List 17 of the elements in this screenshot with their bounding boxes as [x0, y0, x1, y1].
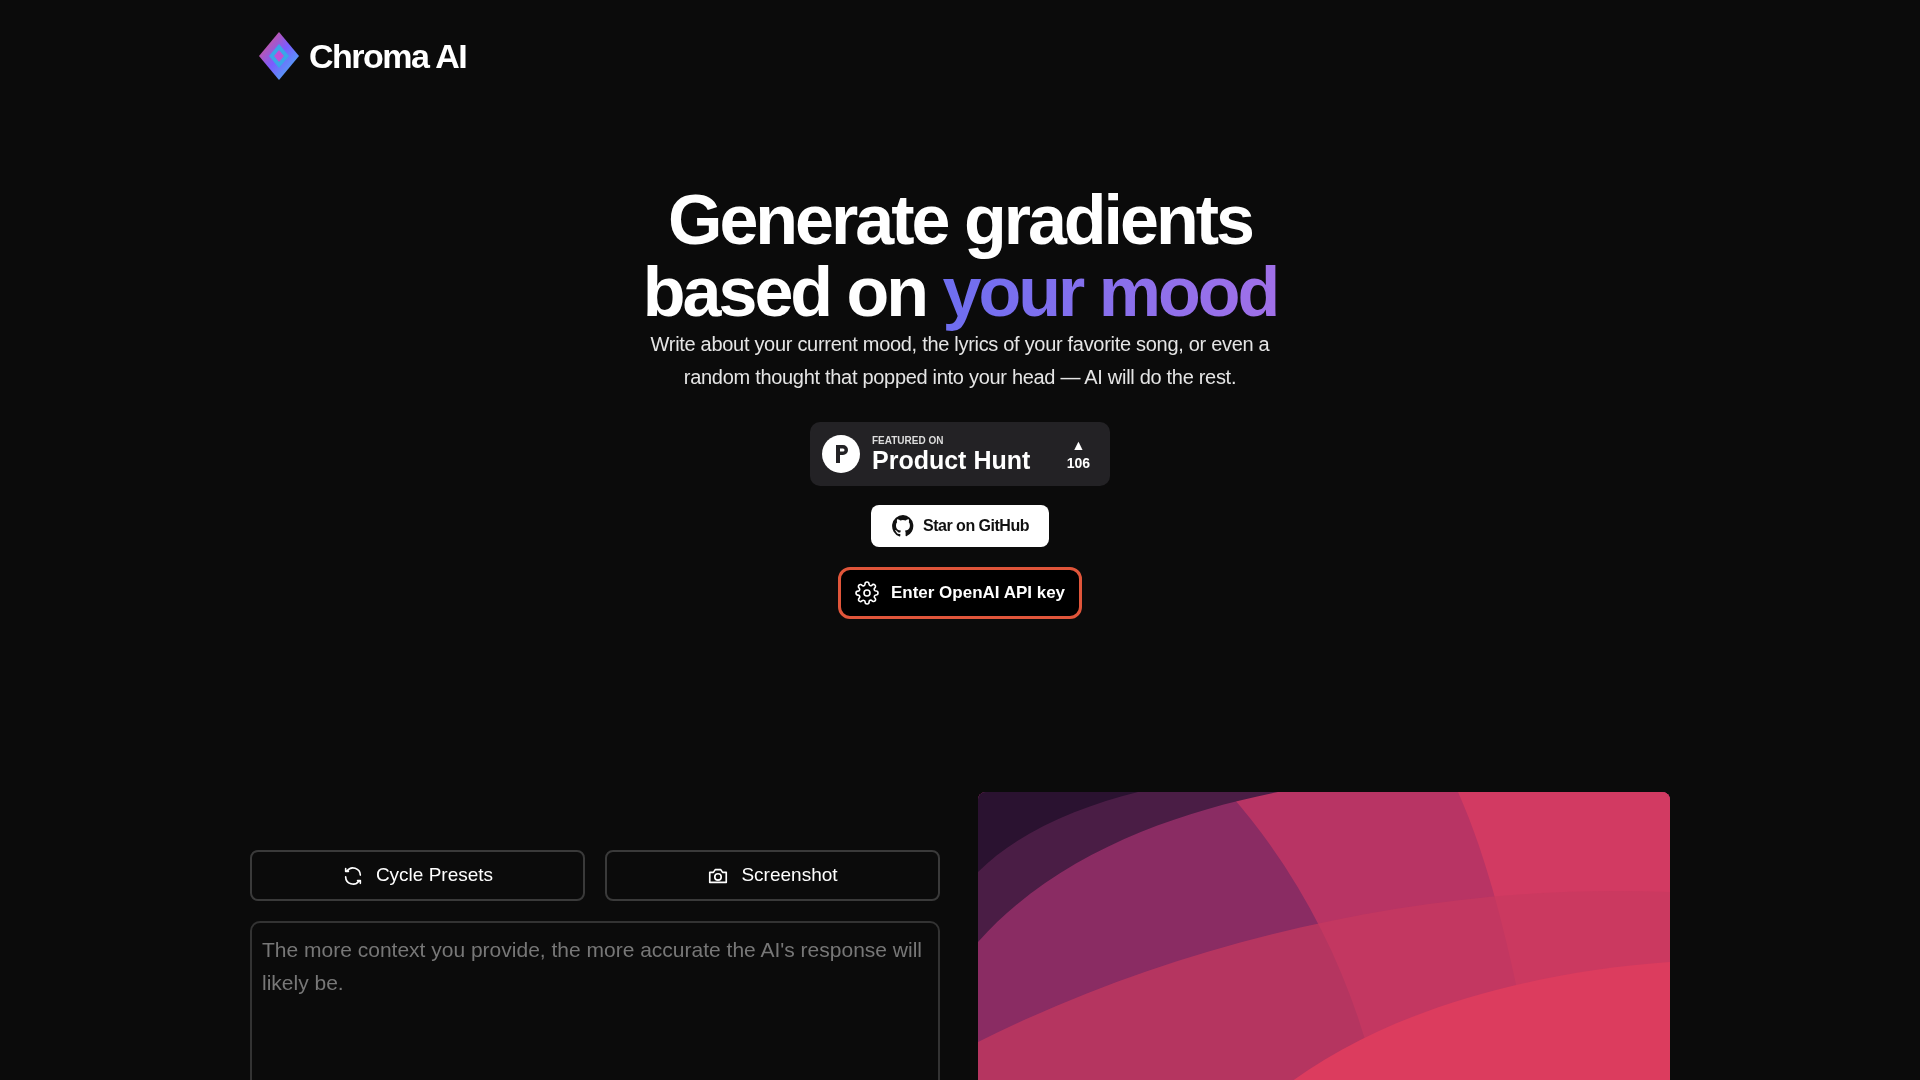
diamond-logo-icon [257, 30, 301, 82]
github-icon [891, 514, 916, 538]
prompt-field[interactable]: The more context you provide, the more accurate the AI's response will likely be. [250, 921, 940, 1080]
api-key-button[interactable]: Enter OpenAI API key [838, 567, 1082, 619]
product-hunt-icon [822, 435, 860, 473]
github-button[interactable]: Star on GitHub [871, 505, 1049, 547]
badge-title: Product Hunt [872, 447, 1031, 473]
cycle-presets-button[interactable]: Cycle Presets [250, 850, 585, 901]
subtitle: Write about your current mood, the lyrics of your favorite song, or even a random thought that popped into your head — AI will do the rest. [649, 332, 1271, 390]
brand-name[interactable]: Chroma AI [309, 30, 467, 82]
screenshot-button[interactable]: Screenshot [605, 850, 940, 901]
upvote-arrow: ▲ [1071, 438, 1086, 452]
badge-kicker: FEATURED ON [872, 435, 945, 446]
settings-icon [854, 581, 879, 605]
headline: based on [642, 253, 927, 331]
product-hunt-badge[interactable]: FEATURED ON Product Hunt ▲ 106 [810, 422, 1110, 486]
vote-count: 106 [1066, 456, 1090, 470]
